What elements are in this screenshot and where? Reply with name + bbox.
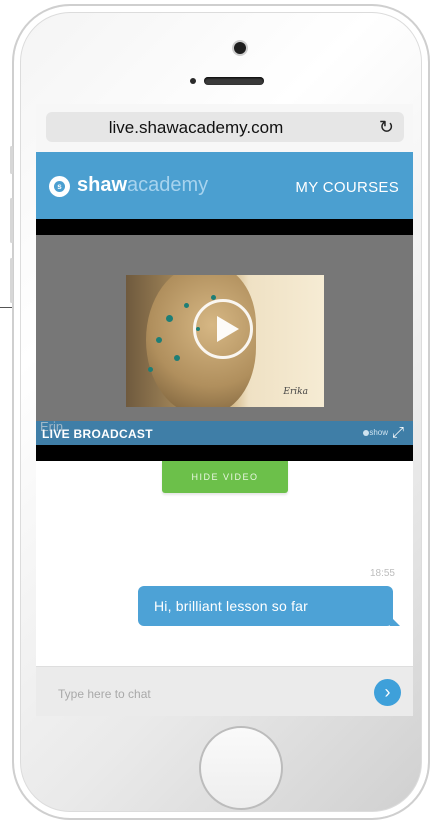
earpiece-speaker bbox=[204, 77, 264, 85]
home-button[interactable] bbox=[199, 726, 283, 810]
front-sensor bbox=[190, 78, 196, 84]
paint-dot bbox=[174, 355, 180, 361]
reload-icon[interactable]: ↻ bbox=[379, 117, 394, 138]
phone-screen: live.shawacademy.com ↻ s shawacademy MY … bbox=[36, 104, 413, 716]
video-letterbox-top bbox=[36, 219, 413, 235]
logo-icon[interactable]: s bbox=[49, 176, 70, 197]
hide-video-button[interactable]: HIDE VIDEO bbox=[162, 461, 288, 493]
chat-input[interactable] bbox=[56, 683, 360, 705]
video-letterbox-bottom bbox=[36, 445, 413, 461]
photo-signature: Erika bbox=[283, 387, 308, 397]
app-header: s shawacademy MY COURSES bbox=[36, 152, 413, 219]
live-broadcast-label: LIVE BROADCAST bbox=[42, 427, 153, 441]
message-timestamp: 18:55 bbox=[369, 568, 395, 579]
url-text: live.shawacademy.com bbox=[108, 118, 284, 137]
my-courses-link[interactable]: MY COURSES bbox=[295, 179, 399, 196]
brand-name[interactable]: shawacademy bbox=[77, 174, 208, 197]
volume-up-button bbox=[10, 198, 13, 243]
browser-address-bar: live.shawacademy.com ↻ bbox=[36, 104, 413, 152]
logo-letter: s bbox=[54, 181, 65, 192]
chat-compose-bar: › bbox=[36, 666, 413, 716]
chat-message-bubble: Hi, brilliant lesson so far bbox=[138, 586, 400, 626]
mute-switch bbox=[10, 146, 13, 174]
paint-dot bbox=[184, 303, 189, 308]
send-icon[interactable]: › bbox=[374, 679, 401, 706]
brand-bold: shaw bbox=[77, 174, 128, 196]
brand-light: academy bbox=[127, 174, 209, 196]
paint-dot bbox=[156, 337, 162, 343]
live-broadcast-bar: Erin LIVE BROADCAST show ⤢ bbox=[36, 419, 413, 445]
show-label: show bbox=[369, 428, 388, 437]
paint-dot bbox=[148, 367, 153, 372]
play-icon[interactable] bbox=[193, 299, 253, 359]
status-dot-icon bbox=[363, 430, 369, 436]
video-player[interactable]: Erika bbox=[36, 235, 413, 421]
fullscreen-icon[interactable]: ⤢ bbox=[389, 424, 407, 442]
url-field[interactable]: live.shawacademy.com ↻ bbox=[46, 112, 404, 142]
camera-icon bbox=[234, 42, 246, 54]
paint-dot bbox=[166, 315, 173, 322]
volume-down-button bbox=[10, 258, 13, 303]
